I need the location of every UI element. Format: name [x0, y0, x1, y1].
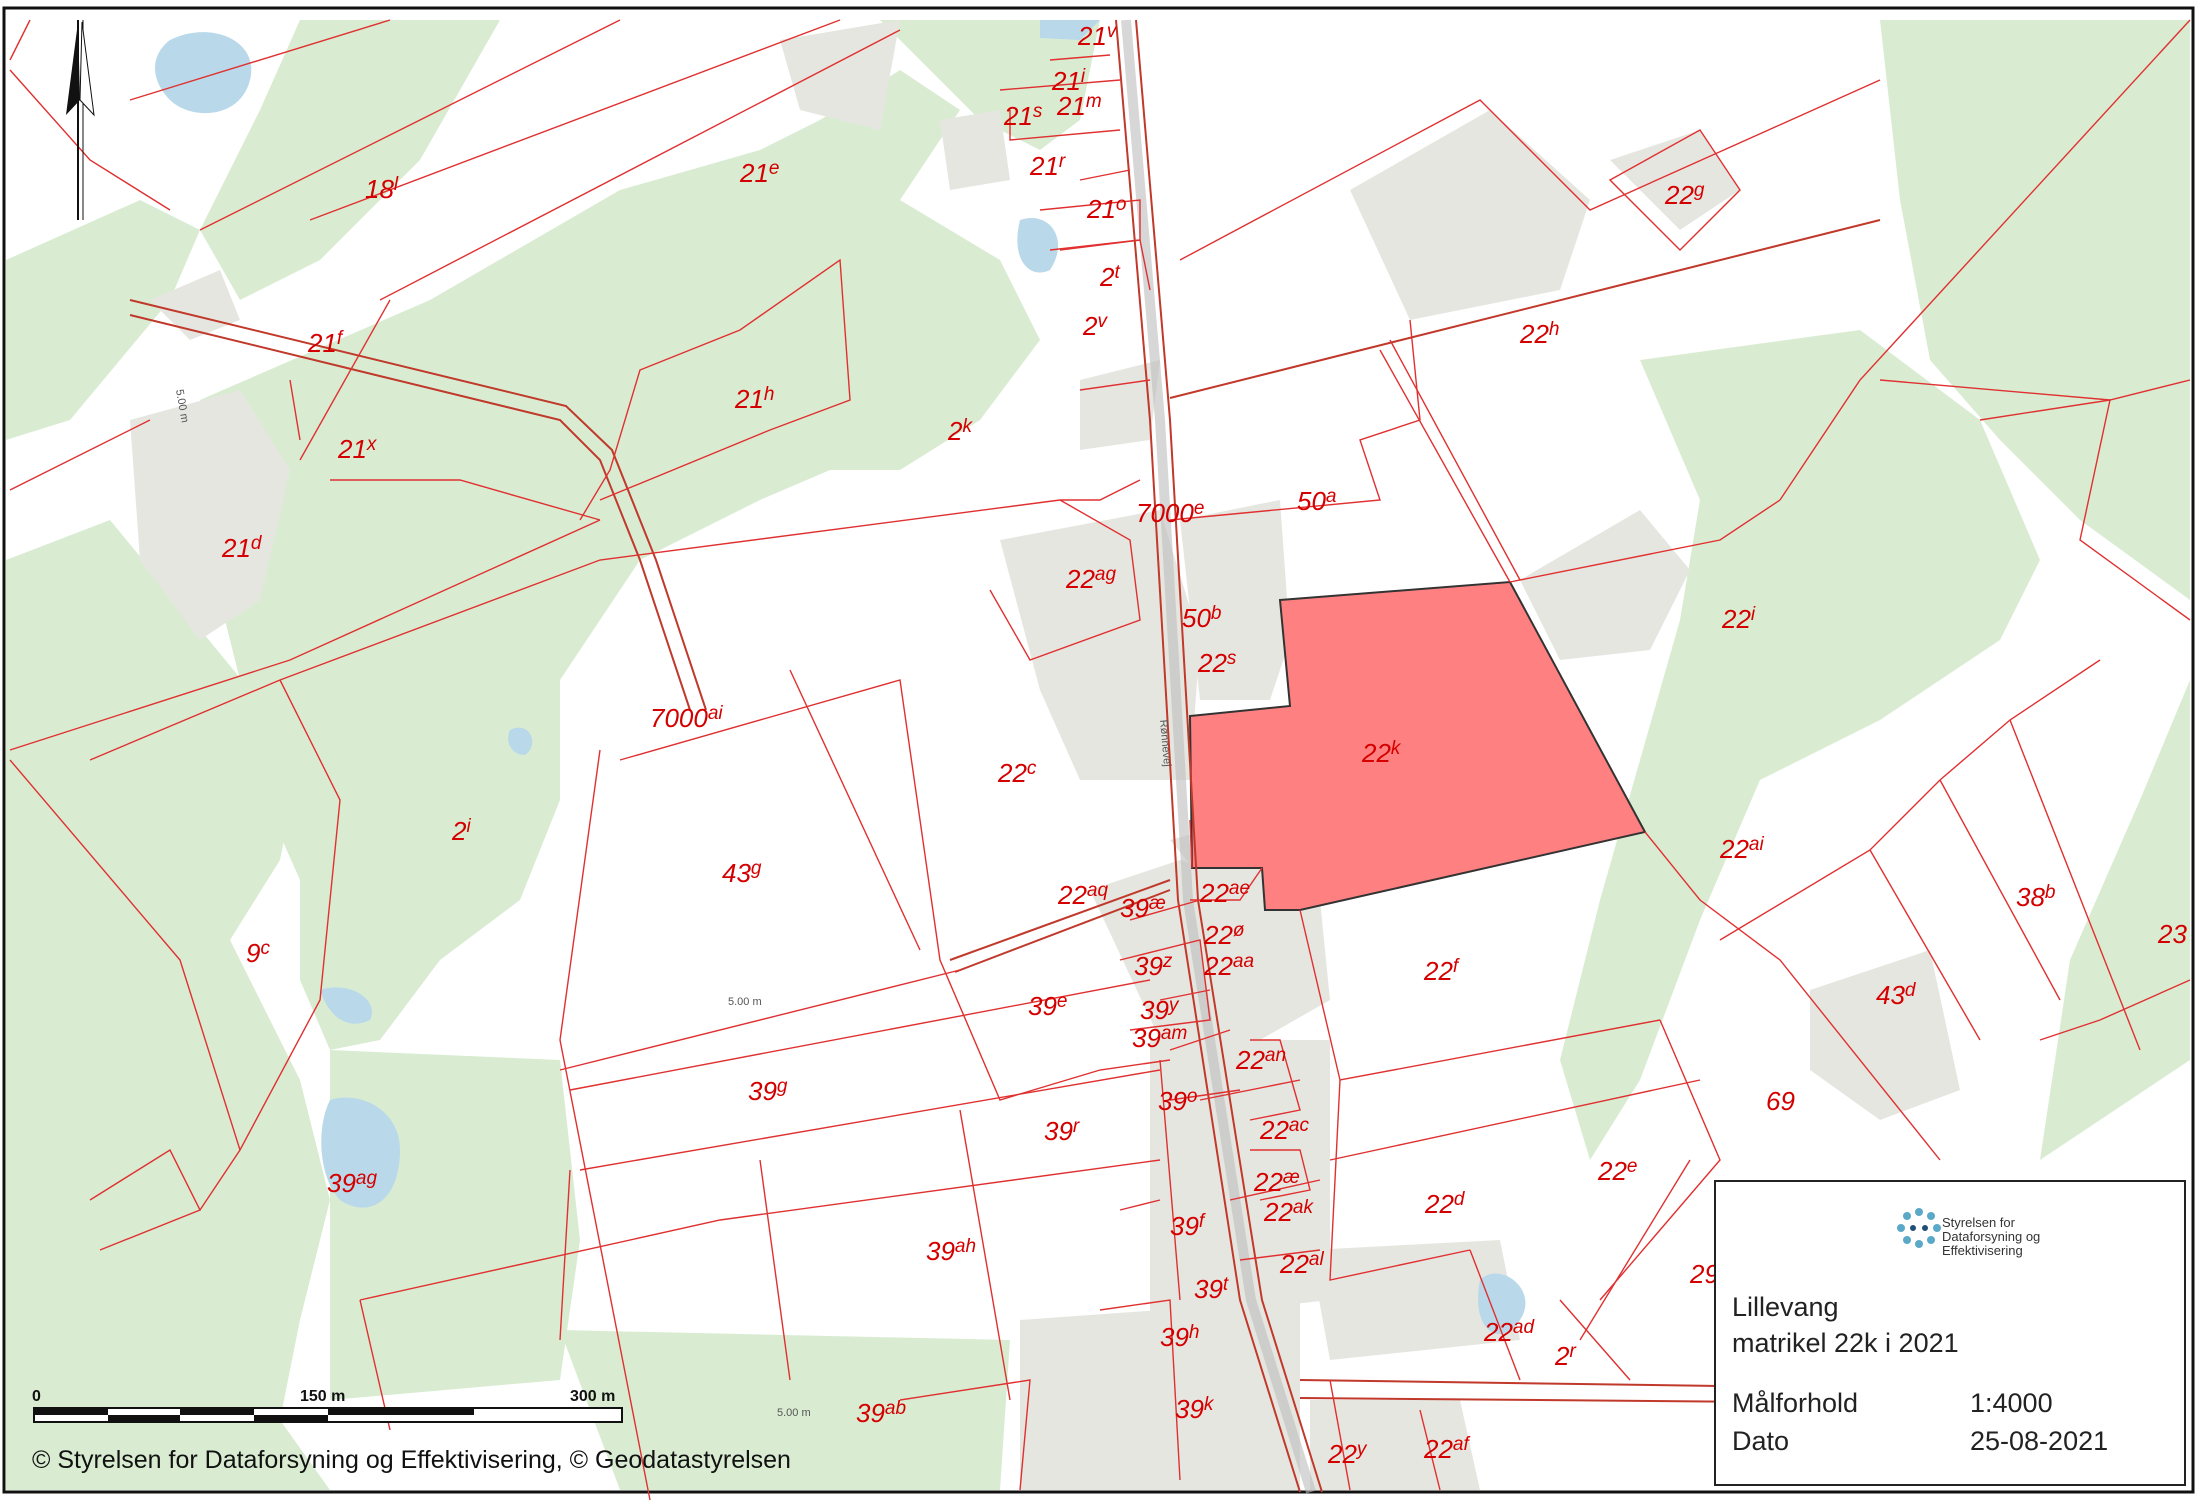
parcel-label: 69 — [1766, 1086, 1795, 1116]
parcel-label: 22i — [1721, 604, 1756, 634]
scale-bar: 0 150 m 300 m — [32, 1388, 632, 1428]
scale-bar-graphic — [33, 1407, 623, 1423]
road-width-label: 5.00 m — [728, 996, 762, 1008]
map-info-box: Styrelsen for Dataforsyning og Effektivi… — [1714, 1180, 2186, 1486]
road-width-label: 5.00 m — [777, 1407, 811, 1419]
map-title: Lillevang — [1732, 1292, 1839, 1322]
scale-value: 1:4000 — [1970, 1388, 2053, 1418]
date-label: Dato — [1732, 1426, 1790, 1456]
scale-label: Målforhold — [1732, 1388, 1859, 1418]
agency-name: Styrelsen for Dataforsyning og Effektivi… — [1942, 1215, 2041, 1258]
parcel-label: 18l — [365, 174, 399, 204]
date-value: 25-08-2021 — [1970, 1426, 2109, 1456]
map-subtitle: matrikel 22k i 2021 — [1732, 1328, 1959, 1358]
copyright-text: © Styrelsen for Dataforsyning og Effekti… — [32, 1446, 791, 1474]
parcel-label: 23 — [2157, 919, 2187, 949]
